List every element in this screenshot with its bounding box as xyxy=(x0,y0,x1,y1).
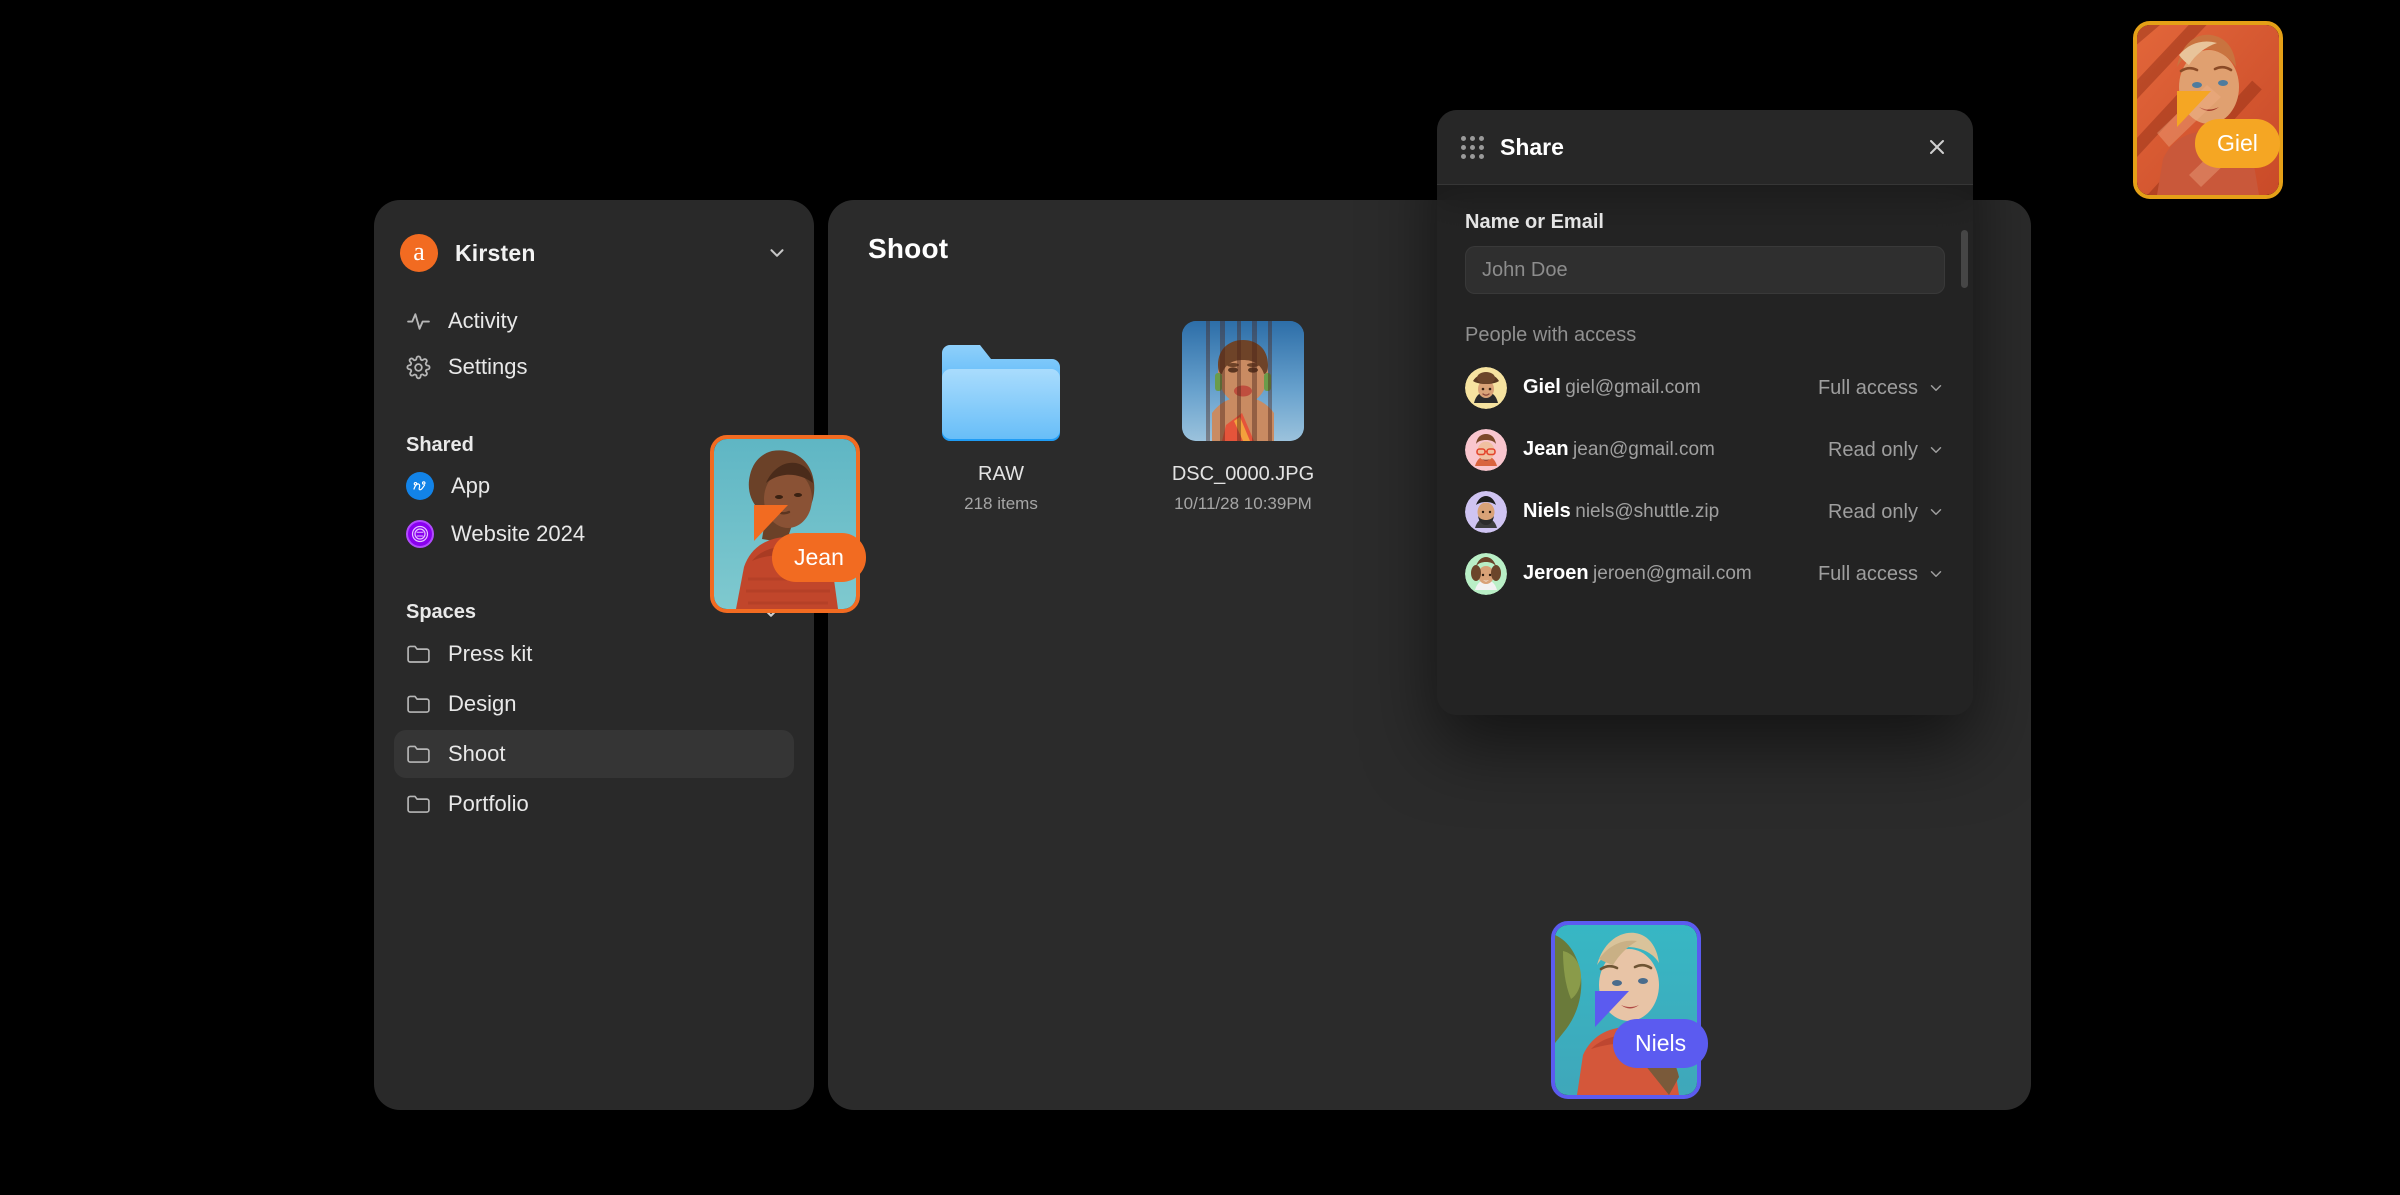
spaces-list: Press kit Design Shoot Portfolio xyxy=(374,630,814,828)
folder-icon xyxy=(406,793,431,815)
app-badge-icon xyxy=(406,472,434,500)
sidebar-item-settings[interactable]: Settings xyxy=(394,344,794,390)
chevron-down-icon xyxy=(1927,565,1945,583)
avatar xyxy=(1465,491,1507,533)
share-dialog-title: Share xyxy=(1500,133,1564,160)
avatar xyxy=(1465,367,1507,409)
person-email: jeroen@gmail.com xyxy=(1593,563,1752,585)
access-level-dropdown[interactable]: Full access xyxy=(1818,563,1945,586)
spaces-heading-label: Spaces xyxy=(406,601,477,623)
person-row-niels[interactable]: Niels niels@shuttle.zip Read only xyxy=(1465,481,1945,543)
share-dialog: Share Name or Email People with access xyxy=(1437,110,1973,715)
file-name: RAW xyxy=(978,463,1024,485)
file-item-folder[interactable]: RAW 218 items xyxy=(906,321,1096,514)
account-switcher[interactable]: a Kirsten xyxy=(400,230,788,276)
access-level-dropdown[interactable]: Read only xyxy=(1828,439,1945,462)
account-avatar: a xyxy=(400,234,438,272)
person-meta: Niels niels@shuttle.zip xyxy=(1523,500,1719,524)
access-level-label: Full access xyxy=(1817,376,1918,399)
person-name: Jean xyxy=(1523,438,1569,461)
photo-thumbnail xyxy=(1182,321,1304,441)
file-meta: 218 items xyxy=(964,494,1038,513)
person-meta: Giel giel@gmail.com xyxy=(1523,376,1701,400)
access-level-dropdown[interactable]: Read only xyxy=(1828,501,1945,524)
sidebar-item-label: Portfolio xyxy=(448,791,529,816)
person-name: Niels xyxy=(1523,500,1571,523)
app-canvas: a Kirsten Activity Settings Shared App W… xyxy=(0,0,2400,1195)
person-email: niels@shuttle.zip xyxy=(1575,501,1720,523)
shared-heading-label: Shared xyxy=(406,434,474,456)
account-name: Kirsten xyxy=(455,239,536,266)
file-item-image[interactable]: DSC_0000.JPG 10/11/28 10:39PM xyxy=(1148,321,1338,514)
chevron-down-icon xyxy=(1927,503,1945,521)
people-with-access-label: People with access xyxy=(1465,324,1637,346)
sidebar-item-label: Press kit xyxy=(448,641,533,666)
person-row-jeroen[interactable]: Jeroen jeroen@gmail.com Full access xyxy=(1465,543,1945,605)
close-icon[interactable] xyxy=(1925,135,1949,159)
sidebar-item-label: Activity xyxy=(448,308,518,333)
person-meta: Jean jean@gmail.com xyxy=(1523,438,1715,462)
grid-dots-icon[interactable] xyxy=(1461,135,1484,159)
cursor-name-label: Niels xyxy=(1613,1019,1709,1068)
chevron-down-icon xyxy=(1927,379,1945,397)
blue-folder-icon xyxy=(940,321,1062,441)
dialog-scrollbar[interactable] xyxy=(1961,230,1968,288)
sidebar-item-portfolio[interactable]: Portfolio xyxy=(394,780,794,828)
sidebar-item-label: Design xyxy=(448,691,517,716)
sidebar-item-activity[interactable]: Activity xyxy=(394,298,794,344)
person-name: Giel xyxy=(1523,376,1561,399)
person-email: jean@gmail.com xyxy=(1573,439,1715,461)
avatar xyxy=(1465,429,1507,471)
sidebar-window: a Kirsten Activity Settings Shared App W… xyxy=(374,200,814,1110)
sidebar-item-press-kit[interactable]: Press kit xyxy=(394,630,794,678)
cursor-name-label: Giel xyxy=(2195,119,2280,168)
share-dialog-header: Share xyxy=(1437,110,1973,185)
name-or-email-label: Name or Email xyxy=(1465,211,1604,233)
cursor-name-label: Jean xyxy=(772,533,866,582)
access-level-label: Read only xyxy=(1827,438,1918,461)
file-name: DSC_0000.JPG xyxy=(1171,463,1315,485)
access-level-label: Read only xyxy=(1827,500,1918,523)
sidebar-item-shoot[interactable]: Shoot xyxy=(394,730,794,778)
live-cursor-niels[interactable]: Niels xyxy=(1551,921,1709,1099)
sidebar-item-label: App xyxy=(451,473,491,498)
live-cursor-jean[interactable]: Jean xyxy=(710,435,866,613)
person-row-giel[interactable]: Giel giel@gmail.com Full access xyxy=(1465,357,1945,419)
person-name: Jeroen xyxy=(1523,562,1589,585)
primary-nav: Activity Settings xyxy=(374,298,814,390)
chevron-down-icon xyxy=(766,242,788,264)
folder-icon xyxy=(406,643,431,665)
access-level-label: Full access xyxy=(1817,562,1918,585)
avatar xyxy=(1465,553,1507,595)
sidebar-item-label: Shoot xyxy=(448,741,506,766)
chevron-down-icon xyxy=(1927,441,1945,459)
activity-pulse-icon xyxy=(406,309,431,334)
share-dialog-body: Name or Email People with access xyxy=(1437,185,1973,605)
person-meta: Jeroen jeroen@gmail.com xyxy=(1523,562,1752,586)
gear-icon xyxy=(406,354,431,380)
person-email: giel@gmail.com xyxy=(1565,377,1701,399)
folder-icon xyxy=(406,693,431,715)
access-level-dropdown[interactable]: Full access xyxy=(1818,377,1945,400)
sidebar-item-design[interactable]: Design xyxy=(394,680,794,728)
name-or-email-input[interactable] xyxy=(1465,246,1945,294)
file-meta: 10/11/28 10:39PM xyxy=(1174,494,1312,513)
sidebar-item-label: Website 2024 xyxy=(451,521,586,546)
live-cursor-giel[interactable]: Giel xyxy=(2133,21,2283,199)
website-stamp-icon xyxy=(406,520,434,548)
folder-icon xyxy=(406,743,431,765)
sidebar-item-label: Settings xyxy=(448,354,528,379)
person-row-jean[interactable]: Jean jean@gmail.com Read only xyxy=(1465,419,1945,481)
